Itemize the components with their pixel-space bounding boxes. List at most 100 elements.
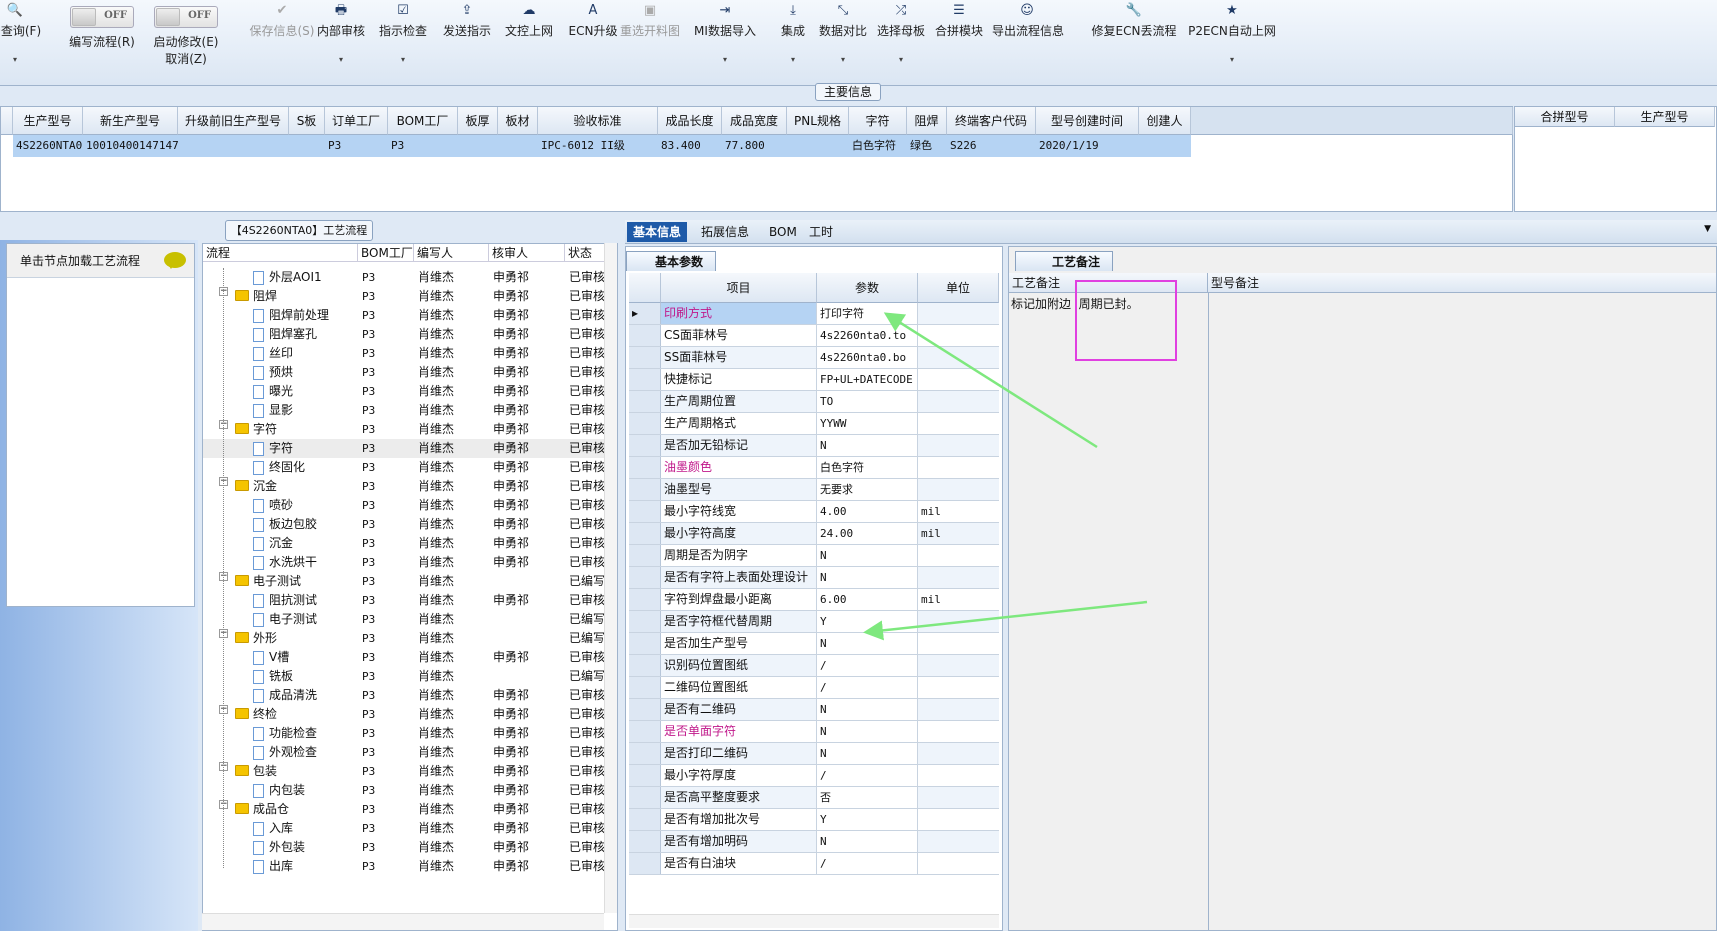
chevron-down-icon[interactable]: ▾ (866, 55, 936, 64)
chevron-down-icon[interactable]: ▾ (0, 55, 50, 64)
table-cell[interactable] (787, 135, 849, 157)
tree-row[interactable]: − 沉金 P3 肖维杰 申勇祁 已审核 (203, 477, 606, 496)
column-header[interactable]: 阻焊 (907, 107, 947, 135)
toolbar-button[interactable]: ★ P2ECN自动上网 ▾ (1180, 0, 1284, 64)
param-row[interactable]: 生产周期格式 YYWW (629, 413, 999, 435)
column-header[interactable]: PNL规格 (787, 107, 849, 135)
toggle-switch[interactable]: OFF (70, 6, 134, 28)
param-row[interactable]: 是否加无铅标记 N (629, 435, 999, 457)
param-value[interactable]: / (817, 765, 918, 786)
column-header[interactable]: 板厚 (458, 107, 498, 135)
param-value[interactable]: YYWW (817, 413, 918, 434)
toolbar-button[interactable]: OFF 编写流程(R) (62, 0, 142, 50)
chevron-down-icon[interactable]: ▾ (306, 55, 376, 64)
param-row[interactable]: CS面菲林号 4s2260nta0.to (629, 325, 999, 347)
tree-row[interactable]: 成品清洗 P3 肖维杰 申勇祁 已审核 (203, 686, 606, 705)
param-row[interactable]: 识别码位置图纸 / (629, 655, 999, 677)
tree-horizontal-scrollbar[interactable] (202, 913, 604, 930)
param-row[interactable]: 生产周期位置 TO (629, 391, 999, 413)
param-row[interactable]: 快捷标记 FP+UL+DATECODE (629, 369, 999, 391)
column-header[interactable]: 生产型号 (1615, 107, 1715, 127)
param-value[interactable]: FP+UL+DATECODE (817, 369, 918, 390)
tree-row[interactable]: − 电子测试 P3 肖维杰 已编写 (203, 572, 606, 591)
param-value[interactable]: 24.00 (817, 523, 918, 544)
column-header[interactable]: 字符 (849, 107, 907, 135)
param-row[interactable]: 周期是否为阴字 N (629, 545, 999, 567)
tree-row[interactable]: 终固化 P3 肖维杰 申勇祁 已审核 (203, 458, 606, 477)
tab-bom[interactable]: BOM (763, 222, 803, 242)
params-hscroll[interactable] (629, 914, 999, 928)
toolbar-button[interactable]: ☁ 文控上网 (494, 0, 564, 39)
param-value[interactable]: N (817, 633, 918, 654)
table-cell[interactable]: P3 (388, 135, 458, 157)
param-row[interactable]: 是否有增加批次号 Y (629, 809, 999, 831)
param-row[interactable]: 是否有字符上表面处理设计 N (629, 567, 999, 589)
table-cell[interactable]: IPC-6012 II级 (538, 135, 658, 157)
toolbar-button[interactable]: 🔍 号查询(F) ▾ (0, 0, 50, 64)
column-header[interactable]: 验收标准 (538, 107, 658, 135)
tree-row[interactable]: − 阻焊 P3 肖维杰 申勇祁 已审核 (203, 287, 606, 306)
param-value[interactable]: N (817, 743, 918, 764)
chevron-down-icon[interactable]: ▾ (368, 55, 438, 64)
tabs-dropdown-icon[interactable]: ▼ (1704, 224, 1711, 234)
param-value[interactable]: N (817, 435, 918, 456)
table-cell[interactable]: 4S2260NTA0 (13, 135, 83, 157)
param-value[interactable]: N (817, 567, 918, 588)
param-row[interactable]: 是否有白油块 / (629, 853, 999, 875)
tree-row[interactable]: 丝印 P3 肖维杰 申勇祁 已审核 (203, 344, 606, 363)
toolbar-button[interactable]: ☑ 指示检查 ▾ (368, 0, 438, 64)
param-row[interactable]: 最小字符高度 24.00 mil (629, 523, 999, 545)
table-cell[interactable] (498, 135, 538, 157)
param-value[interactable]: Y (817, 611, 918, 632)
column-header[interactable]: 编写人 (414, 244, 489, 262)
toolbar-button[interactable]: 🖶 内部审核 ▾ (306, 0, 376, 64)
table-cell[interactable] (1139, 135, 1191, 157)
param-row[interactable]: 油墨型号 无要求 (629, 479, 999, 501)
tree-row[interactable]: V槽 P3 肖维杰 申勇祁 已审核 (203, 648, 606, 667)
column-header[interactable]: BOM工厂 (358, 244, 414, 262)
param-row[interactable]: 二维码位置图纸 / (629, 677, 999, 699)
column-header[interactable]: 合拼型号 (1515, 107, 1615, 127)
tree-row[interactable]: − 终检 P3 肖维杰 申勇祁 已审核 (203, 705, 606, 724)
toolbar-button[interactable]: ⇪ 发送指示 (432, 0, 502, 39)
tree-row[interactable]: 阻焊塞孔 P3 肖维杰 申勇祁 已审核 (203, 325, 606, 344)
param-value[interactable]: 4s2260nta0.to (817, 325, 918, 346)
column-header[interactable]: 生产型号 (13, 107, 83, 135)
toggle-switch[interactable]: OFF (154, 6, 218, 28)
param-value[interactable]: 4.00 (817, 501, 918, 522)
tree-row[interactable]: 外包装 P3 肖维杰 申勇祁 已审核 (203, 838, 606, 857)
param-value[interactable]: 6.00 (817, 589, 918, 610)
tree-row[interactable]: 水洗烘干 P3 肖维杰 申勇祁 已审核 (203, 553, 606, 572)
tab-basic-info[interactable]: 基本信息 (627, 222, 688, 242)
param-value[interactable]: 打印字符 (817, 303, 918, 324)
param-value[interactable]: 否 (817, 787, 918, 808)
table-cell[interactable]: 77.800 (722, 135, 787, 157)
tree-row[interactable]: 沉金 P3 肖维杰 申勇祁 已审核 (203, 534, 606, 553)
tree-row[interactable]: 板边包胶 P3 肖维杰 申勇祁 已审核 (203, 515, 606, 534)
column-header[interactable]: 参数 (817, 273, 918, 303)
tree-row[interactable]: 阻抗测试 P3 肖维杰 申勇祁 已审核 (203, 591, 606, 610)
tree-vertical-scrollbar[interactable] (604, 243, 617, 913)
tree-row[interactable]: 铣板 P3 肖维杰 已编写 (203, 667, 606, 686)
param-row[interactable]: 是否打印二维码 N (629, 743, 999, 765)
tab-extended-info[interactable]: 拓展信息 (695, 222, 755, 242)
table-cell[interactable] (458, 135, 498, 157)
toolbar-button[interactable]: ☺ 导出流程信息 (992, 0, 1064, 39)
param-row[interactable]: 字符到焊盘最小距离 6.00 mil (629, 589, 999, 611)
tree-row[interactable]: 喷砂 P3 肖维杰 申勇祁 已审核 (203, 496, 606, 515)
param-value[interactable]: / (817, 677, 918, 698)
tree-row[interactable]: 显影 P3 肖维杰 申勇祁 已审核 (203, 401, 606, 420)
table-cell[interactable]: 2020/1/19 (1036, 135, 1139, 157)
column-header[interactable]: 创建人 (1139, 107, 1191, 135)
param-row[interactable]: ▸ 印刷方式 打印字符 (629, 303, 999, 325)
column-header[interactable]: 订单工厂 (325, 107, 388, 135)
param-value[interactable]: N (817, 699, 918, 720)
param-row[interactable]: 是否加生产型号 N (629, 633, 999, 655)
column-header[interactable]: 板材 (498, 107, 538, 135)
tree-row[interactable]: 字符 P3 肖维杰 申勇祁 已审核 (203, 439, 606, 458)
chevron-down-icon[interactable]: ▾ (1180, 55, 1284, 64)
flow-load-hint[interactable]: 单击节点加载工艺流程 (7, 244, 194, 278)
param-value[interactable]: / (817, 853, 918, 874)
param-row[interactable]: 最小字符线宽 4.00 mil (629, 501, 999, 523)
column-header[interactable]: 项目 (661, 273, 817, 303)
